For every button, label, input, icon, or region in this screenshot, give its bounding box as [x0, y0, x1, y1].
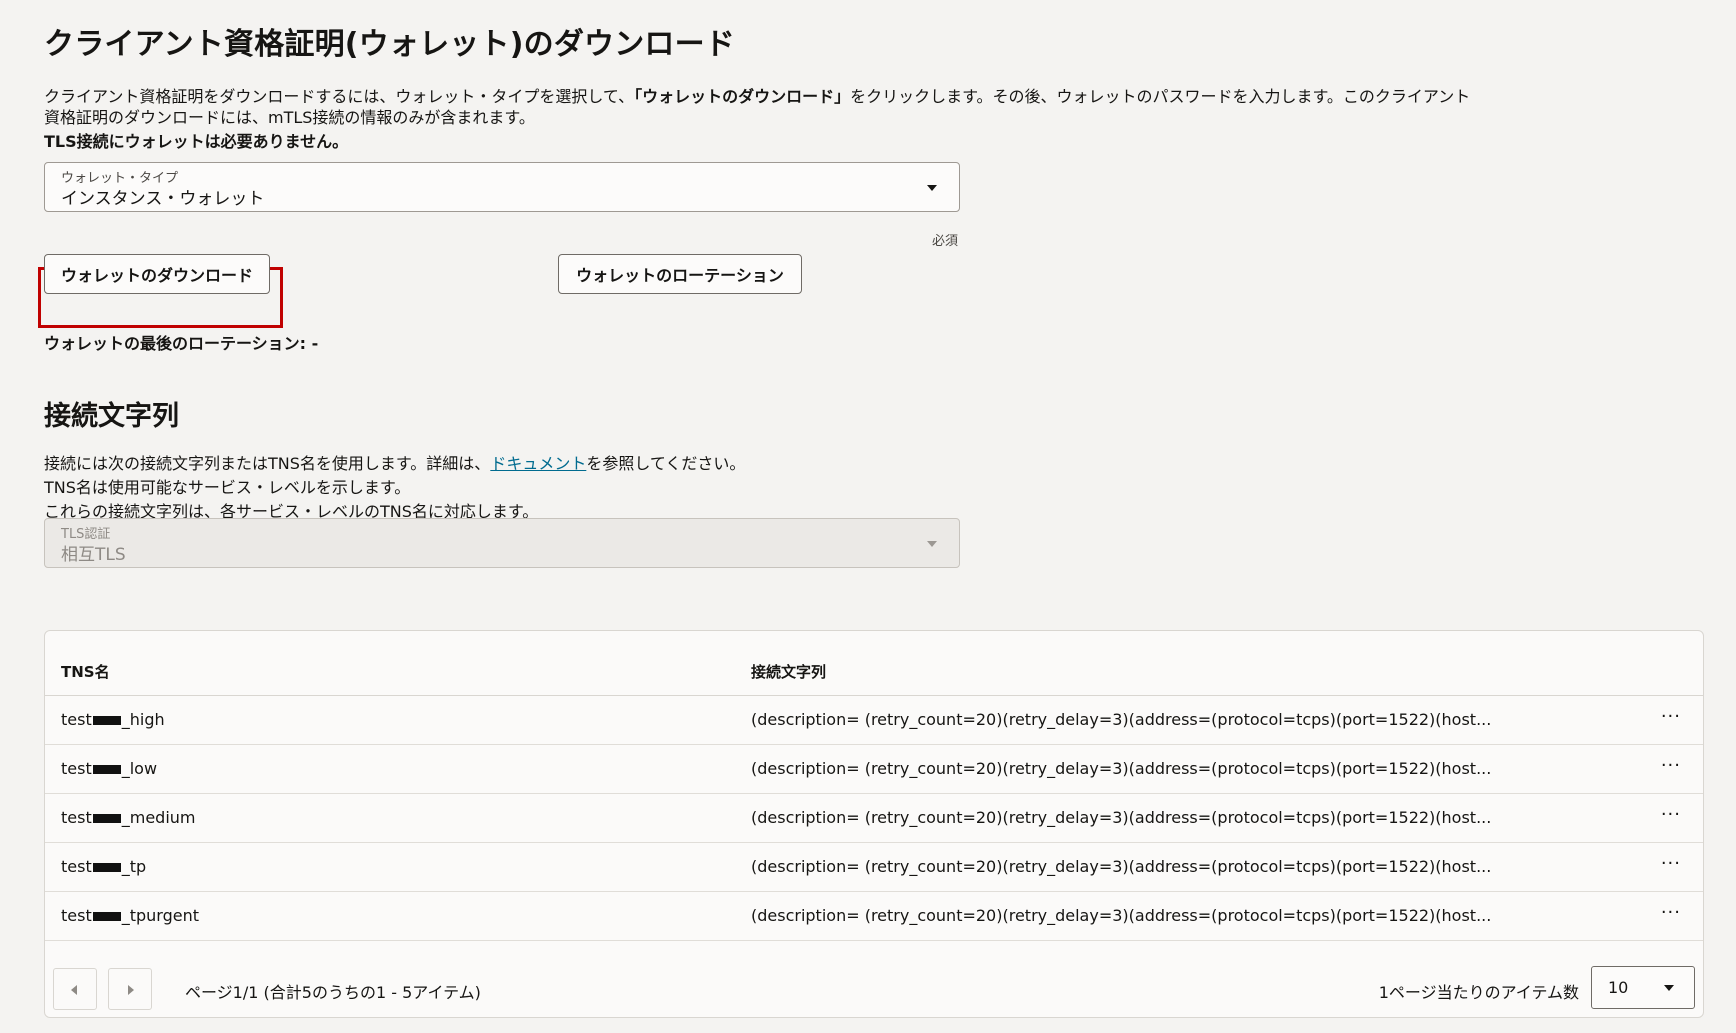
- more-actions-icon[interactable]: ···: [1661, 902, 1681, 923]
- tns-name-prefix: test: [61, 857, 92, 876]
- connection-string-cell: (description= (retry_count=20)(retry_del…: [751, 808, 1492, 827]
- chevron-down-icon: [1664, 985, 1674, 991]
- connection-desc-line-1: 接続には次の接続文字列またはTNS名を使用します。詳細は、ドキュメントを参照して…: [44, 452, 745, 476]
- items-per-page-label: 1ページ当たりのアイテム数: [1378, 983, 1579, 1002]
- tns-name-suffix: _high: [121, 710, 165, 729]
- items-per-page-select[interactable]: 10: [1591, 966, 1695, 1009]
- documentation-link[interactable]: ドキュメント: [490, 454, 586, 473]
- tns-name-prefix: test: [61, 710, 92, 729]
- tls-auth-select: TLS認証 相互TLS: [44, 518, 960, 568]
- last-rotation-text: ウォレットの最後のローテーション: -: [44, 334, 319, 353]
- more-actions-icon[interactable]: ···: [1661, 706, 1681, 727]
- table-row[interactable]: test _tp (description= (retry_count=20)(r…: [45, 843, 1703, 892]
- connection-desc-line-2: TNS名は使用可能なサービス・レベルを示します。: [44, 478, 411, 497]
- tns-name-suffix: _medium: [121, 808, 196, 827]
- next-page-button[interactable]: [108, 968, 152, 1010]
- tls-note: TLS接続にウォレットは必要ありません。: [44, 132, 349, 151]
- tns-name-prefix: test: [61, 808, 92, 827]
- wallet-description: クライアント資格証明をダウンロードするには、ウォレット・タイプを選択して、「ウォ…: [44, 86, 1474, 128]
- pagination-bar: ページ1/1 (合計5のうちの1 - 5アイテム) 1ページ当たりのアイテム数 …: [45, 956, 1703, 1010]
- chevron-down-icon: [927, 185, 937, 191]
- connection-strings-table: TNS名 接続文字列 test _high (description= (retr…: [44, 630, 1704, 1018]
- more-actions-icon[interactable]: ···: [1661, 853, 1681, 874]
- redacted-block: [92, 814, 121, 823]
- tns-name-cell: test _medium: [61, 808, 196, 827]
- tns-name-prefix: test: [61, 759, 92, 778]
- items-per-page-value: 10: [1608, 978, 1629, 997]
- redacted-block: [92, 912, 121, 921]
- redacted-block: [92, 765, 121, 774]
- wallet-desc-bold: 「ウォレットのダウンロード」: [634, 87, 851, 106]
- required-label: 必須: [932, 234, 959, 249]
- previous-page-button[interactable]: [53, 968, 97, 1010]
- wallet-download-page: クライアント資格証明(ウォレット)のダウンロード クライアント資格証明をダウンロ…: [38, 22, 1704, 1018]
- tns-name-cell: test _high: [61, 710, 165, 729]
- more-actions-icon[interactable]: ···: [1661, 755, 1681, 776]
- table-row[interactable]: test _low (description= (retry_count=20)(…: [45, 745, 1703, 794]
- table-row[interactable]: test _high (description= (retry_count=20)…: [45, 696, 1703, 745]
- column-header-connection-string: 接続文字列: [751, 663, 827, 681]
- tns-name-suffix: _low: [121, 759, 158, 778]
- more-actions-icon[interactable]: ···: [1661, 804, 1681, 825]
- tls-auth-value: 相互TLS: [61, 545, 126, 565]
- wallet-type-value: インスタンス・ウォレット: [61, 189, 265, 209]
- wallet-desc-text-1: クライアント資格証明をダウンロードするには、ウォレット・タイプを選択して、: [44, 87, 635, 106]
- chevron-right-icon: [128, 985, 134, 995]
- connection-desc-text-post: を参照してください。: [586, 454, 746, 473]
- tns-name-cell: test _tp: [61, 857, 146, 876]
- connection-section-title: 接続文字列: [44, 401, 179, 432]
- connection-string-cell: (description= (retry_count=20)(retry_del…: [751, 710, 1492, 729]
- tns-name-prefix: test: [61, 906, 92, 925]
- tns-name-suffix: _tpurgent: [121, 906, 200, 925]
- download-wallet-button[interactable]: ウォレットのダウンロード: [44, 254, 270, 294]
- connection-description: 接続には次の接続文字列またはTNS名を使用します。詳細は、ドキュメントを参照して…: [44, 452, 745, 524]
- table-row[interactable]: test _medium (description= (retry_count=2…: [45, 794, 1703, 843]
- redacted-block: [92, 863, 121, 872]
- wallet-type-select[interactable]: ウォレット・タイプ インスタンス・ウォレット: [44, 162, 960, 212]
- page-info: ページ1/1 (合計5のうちの1 - 5アイテム): [185, 983, 481, 1002]
- tns-name-suffix: _tp: [121, 857, 147, 876]
- column-header-tns: TNS名: [61, 663, 110, 681]
- table-header: TNS名 接続文字列: [45, 631, 1703, 696]
- wallet-section-title: クライアント資格証明(ウォレット)のダウンロード: [44, 27, 736, 62]
- chevron-left-icon: [71, 985, 77, 995]
- tns-name-cell: test _tpurgent: [61, 906, 199, 925]
- redacted-block: [92, 716, 121, 725]
- connection-string-cell: (description= (retry_count=20)(retry_del…: [751, 857, 1492, 876]
- connection-desc-text: 接続には次の接続文字列またはTNS名を使用します。詳細は、: [44, 454, 491, 473]
- chevron-down-icon: [927, 541, 937, 547]
- connection-string-cell: (description= (retry_count=20)(retry_del…: [751, 906, 1492, 925]
- tns-name-cell: test _low: [61, 759, 157, 778]
- connection-string-cell: (description= (retry_count=20)(retry_del…: [751, 759, 1492, 778]
- rotate-wallet-button[interactable]: ウォレットのローテーション: [558, 254, 802, 294]
- table-row[interactable]: test _tpurgent (description= (retry_count…: [45, 892, 1703, 941]
